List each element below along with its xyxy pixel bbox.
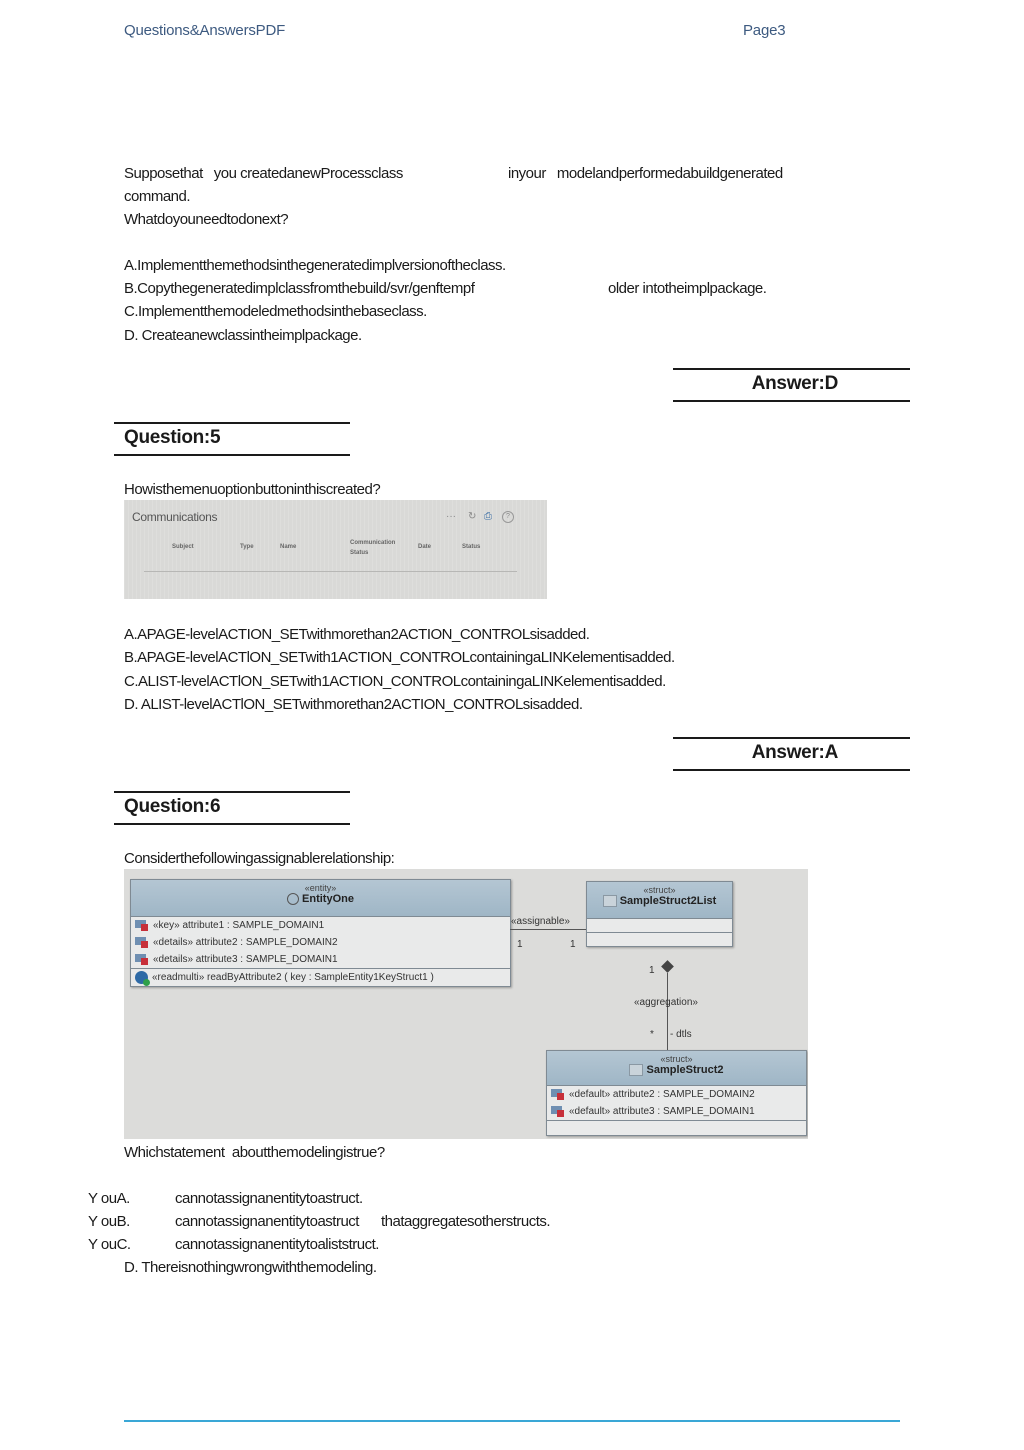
class-header: «struct» SampleStruct2List [587,882,732,919]
more-icon: ··· [446,511,456,522]
uml-diagram-screenshot: «entity» EntityOne «key» attribute1 : SA… [124,869,808,1139]
option-b: B.Copythegeneratedimplclassfromthebuild/… [124,280,475,297]
print-icon: ⎙ [484,511,492,522]
column-header: Name [280,544,297,550]
entity-class-box: «entity» EntityOne «key» attribute1 : SA… [130,879,511,987]
column-header: Type [240,544,254,550]
question-stem-line: inyour modelandperformedabuildgenerated [508,165,783,182]
question-stem-line: Whatdoyouneedtodonext? [124,211,289,228]
option-c: C.Implementthemodeledmethodsinthebasecla… [124,303,427,320]
attribute-text: «details» attribute2 : SAMPLE_DOMAIN2 [153,937,338,948]
attribute-row: «key» attribute1 : SAMPLE_DOMAIN1 [131,917,510,934]
option-a: cannotassignanentitytoastruct. [175,1190,363,1207]
option-a: A.Implementthemethodsinthegeneratedimplv… [124,257,506,274]
answer-box: Answer:D [673,368,910,402]
class-header: «struct» SampleStruct2 [547,1051,806,1086]
question-stem: Howisthemenuoptionbuttoninthiscreated? [124,481,381,498]
multiplicity-label: * [650,1029,654,1040]
aggregation-line [667,973,668,1053]
column-header: Communication [350,540,396,546]
option-b-prefix: Y ouB. [88,1213,130,1230]
association-label: «assignable» [511,916,570,927]
option-a-prefix: Y ouA. [88,1190,130,1207]
attribute-text: «key» attribute1 : SAMPLE_DOMAIN1 [153,920,325,931]
class-name: SampleStruct2 [547,1064,806,1077]
list-struct-class-box: «struct» SampleStruct2List [586,881,733,947]
class-name: SampleStruct2List [587,895,732,908]
multiplicity-label: 1 [517,939,523,950]
page-number: Page3 [743,22,786,39]
attribute-row: «details» attribute2 : SAMPLE_DOMAIN2 [131,934,510,951]
question-stem: Considerthefollowingassignablerelationsh… [124,850,395,867]
option-a: A.APAGE-levelACTION_SETwithmorethan2ACTI… [124,626,590,643]
class-header: «entity» EntityOne [131,880,510,917]
option-d: D. Createanewclassintheimplpackage. [124,327,362,344]
column-header: Date [418,544,432,550]
panel-title: Communications [132,510,218,524]
method-text: «readmulti» readByAttribute2 ( key : Sam… [152,972,434,983]
footer-divider [124,1420,900,1422]
answer-label: Answer:D [751,373,839,394]
option-b: cannotassignanentitytoastruct thataggreg… [175,1213,551,1230]
attribute-row: «default» attribute3 : SAMPLE_DOMAIN1 [547,1103,806,1121]
option-c-prefix: Y ouC. [88,1236,131,1253]
attribute-icon [551,1106,565,1118]
option-b: B.APAGE-levelACTlON_SETwith1ACTION_CONTR… [124,649,675,666]
entity-name: EntityOne [302,893,354,905]
question-prompt: Whichstatement aboutthemodelingistrue? [124,1144,385,1161]
header-title: Questions&AnswersPDF [124,22,286,39]
answer-box: Answer:A [673,737,910,771]
list-struct-name: SampleStruct2List [619,895,717,907]
refresh-icon: ↻ [468,511,477,522]
option-c: C.ALIST-levelACTlON_SETwith1ACTION_CONTR… [124,673,666,690]
aggregation-diamond [661,960,674,973]
table-divider [144,571,517,572]
question-heading-box: Question:5 [114,422,350,456]
column-header: Status [462,544,481,550]
attribute-row: «details» attribute3 : SAMPLE_DOMAIN1 [131,951,510,969]
attribute-row: «default» attribute2 : SAMPLE_DOMAIN2 [547,1086,806,1103]
stereotype-label: «struct» [660,1054,693,1064]
attribute-text: «default» attribute3 : SAMPLE_DOMAIN1 [569,1106,755,1117]
question-heading-box: Question:6 [114,791,350,825]
method-icon [135,970,150,986]
column-header-sub: Status [350,550,369,556]
option-d: D. ALIST-levelACTlON_SETwithmorethan2ACT… [124,696,583,713]
question-title: Question:6 [124,796,221,817]
role-label: - dtls [670,1029,692,1040]
question-title: Question:5 [124,427,221,448]
struct-icon [629,1064,644,1077]
class-name: EntityOne [131,893,510,906]
entity-icon [287,893,300,906]
struct-class-box: «struct» SampleStruct2 «default» attribu… [546,1050,807,1136]
option-d: D. Thereisnothingwrongwiththemodeling. [124,1259,377,1276]
class-compartment [587,919,732,933]
attribute-text: «details» attribute3 : SAMPLE_DOMAIN1 [153,954,338,965]
struct-icon [602,895,617,908]
communications-screenshot: Communications ··· ↻ ⎙ ? Subject Type Na… [124,500,547,599]
help-icon: ? [502,511,514,523]
attribute-icon [135,937,149,949]
stereotype-label: «entity» [304,883,337,893]
multiplicity-label: 1 [649,965,655,976]
option-c: cannotassignanentitytoaliststruct. [175,1236,379,1253]
attribute-icon [551,1089,565,1101]
question-stem-line: command. [124,188,191,205]
answer-label: Answer:A [751,742,839,763]
option-b-tail: older intotheimplpackage. [608,280,767,297]
question-stem-line: Supposethat you createdanewProcessclass [124,165,403,182]
struct-name: SampleStruct2 [646,1064,724,1076]
attribute-icon [135,920,149,932]
method-row: «readmulti» readByAttribute2 ( key : Sam… [131,969,510,986]
assignable-association-line [510,929,586,930]
aggregation-label: «aggregation» [634,997,698,1008]
stereotype-label: «struct» [643,885,676,895]
attribute-text: «default» attribute2 : SAMPLE_DOMAIN2 [569,1089,755,1100]
multiplicity-label: 1 [570,939,576,950]
attribute-icon [135,954,149,966]
column-header: Subject [172,544,194,550]
